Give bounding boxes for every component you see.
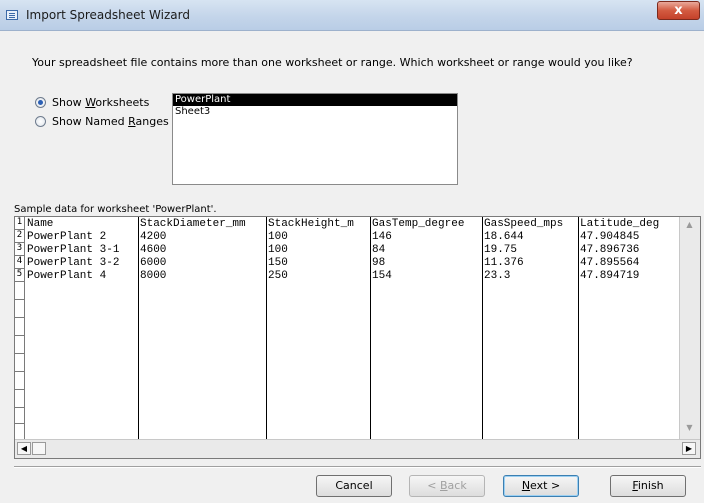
table-cell: 8000	[140, 270, 167, 282]
scroll-down-icon[interactable]: ▼	[680, 423, 699, 432]
show-worksheets-label: Show Worksheets	[52, 95, 150, 109]
window-title: Import Spreadsheet Wizard	[26, 8, 190, 22]
sample-data-grid: 1 2 3 4 5 Name StackDiameter_mm StackHei…	[14, 216, 701, 459]
table-cell: 250	[268, 270, 288, 282]
column-divider	[482, 217, 483, 439]
table-cell: 98	[372, 257, 386, 269]
table-cell: PowerPlant 4	[27, 270, 107, 282]
row-number-empty	[15, 336, 25, 354]
next-button[interactable]: Next >	[503, 475, 579, 497]
table-cell: 100	[268, 231, 288, 243]
table-cell: 18.644	[484, 231, 524, 243]
column-header: Latitude_deg	[580, 218, 660, 230]
show-named-ranges-label: Show Named Ranges	[52, 114, 169, 128]
column-header: Name	[27, 218, 54, 230]
table-cell: 6000	[140, 257, 167, 269]
table-cell: 154	[372, 270, 392, 282]
close-button[interactable]: x	[657, 1, 700, 20]
table-cell: PowerPlant 3-1	[27, 244, 120, 256]
table-cell: 146	[372, 231, 392, 243]
table-cell: PowerPlant 3-2	[27, 257, 120, 269]
wizard-question: Your spreadsheet file contains more than…	[32, 56, 633, 69]
wizard-app-icon	[6, 10, 18, 20]
column-divider	[578, 217, 579, 439]
table-cell: 47.895564	[580, 257, 640, 269]
row-number-empty	[15, 424, 25, 439]
table-cell: 23.3	[484, 270, 511, 282]
title-bar: Import Spreadsheet Wizard x	[0, 0, 704, 31]
column-divider	[266, 217, 267, 439]
cancel-button[interactable]: Cancel	[316, 475, 392, 497]
vertical-scrollbar[interactable]: ▲ ▼	[679, 217, 700, 439]
scroll-right-icon[interactable]: ▶	[682, 442, 696, 455]
row-number-empty	[15, 354, 25, 372]
table-cell: 19.75	[484, 244, 518, 256]
column-header: GasSpeed_mps	[484, 218, 564, 230]
column-header: StackDiameter_mm	[140, 218, 246, 230]
row-number: 3	[15, 243, 25, 256]
show-worksheets-option[interactable]: Show Worksheets	[35, 94, 149, 110]
table-cell: 100	[268, 244, 288, 256]
scroll-left-icon[interactable]: ◀	[17, 442, 31, 455]
table-cell: 47.904845	[580, 231, 640, 243]
column-header: StackHeight_m	[268, 218, 354, 230]
table-cell: 47.894719	[580, 270, 640, 282]
table-cell: 47.896736	[580, 244, 640, 256]
table-cell: 4600	[140, 244, 167, 256]
table-cell: 150	[268, 257, 288, 269]
table-cell: PowerPlant 2	[27, 231, 107, 243]
row-number: 5	[15, 269, 25, 282]
scroll-up-icon[interactable]: ▲	[680, 220, 699, 229]
row-number-empty	[15, 390, 25, 408]
sample-data-label: Sample data for worksheet 'PowerPlant'.	[14, 204, 217, 215]
table-cell: 4200	[140, 231, 167, 243]
show-named-ranges-radio[interactable]	[35, 115, 46, 127]
table-cell: 84	[372, 244, 386, 256]
row-number: 2	[15, 230, 25, 243]
finish-button[interactable]: Finish	[610, 475, 686, 497]
row-number-empty	[15, 318, 25, 336]
column-divider	[138, 217, 139, 439]
back-button[interactable]: < Back	[409, 475, 485, 497]
row-number-empty	[15, 408, 25, 424]
column-divider	[370, 217, 371, 439]
row-number-empty	[15, 372, 25, 390]
row-number: 1	[15, 217, 25, 230]
show-named-ranges-option[interactable]: Show Named Ranges	[35, 113, 169, 129]
worksheet-list[interactable]: PowerPlant Sheet3	[172, 93, 458, 185]
row-number: 4	[15, 256, 25, 269]
worksheet-item-powerplant[interactable]: PowerPlant	[173, 94, 457, 106]
worksheet-item-sheet3[interactable]: Sheet3	[173, 106, 457, 118]
show-worksheets-radio[interactable]	[35, 96, 46, 108]
table-cell: 11.376	[484, 257, 524, 269]
horizontal-scrollbar[interactable]: ◀ ▶	[15, 439, 700, 458]
footer-separator	[14, 466, 701, 468]
column-header: GasTemp_degree	[372, 218, 465, 230]
row-number-empty	[15, 300, 25, 318]
scroll-thumb[interactable]	[32, 442, 46, 455]
row-number-empty	[15, 282, 25, 300]
